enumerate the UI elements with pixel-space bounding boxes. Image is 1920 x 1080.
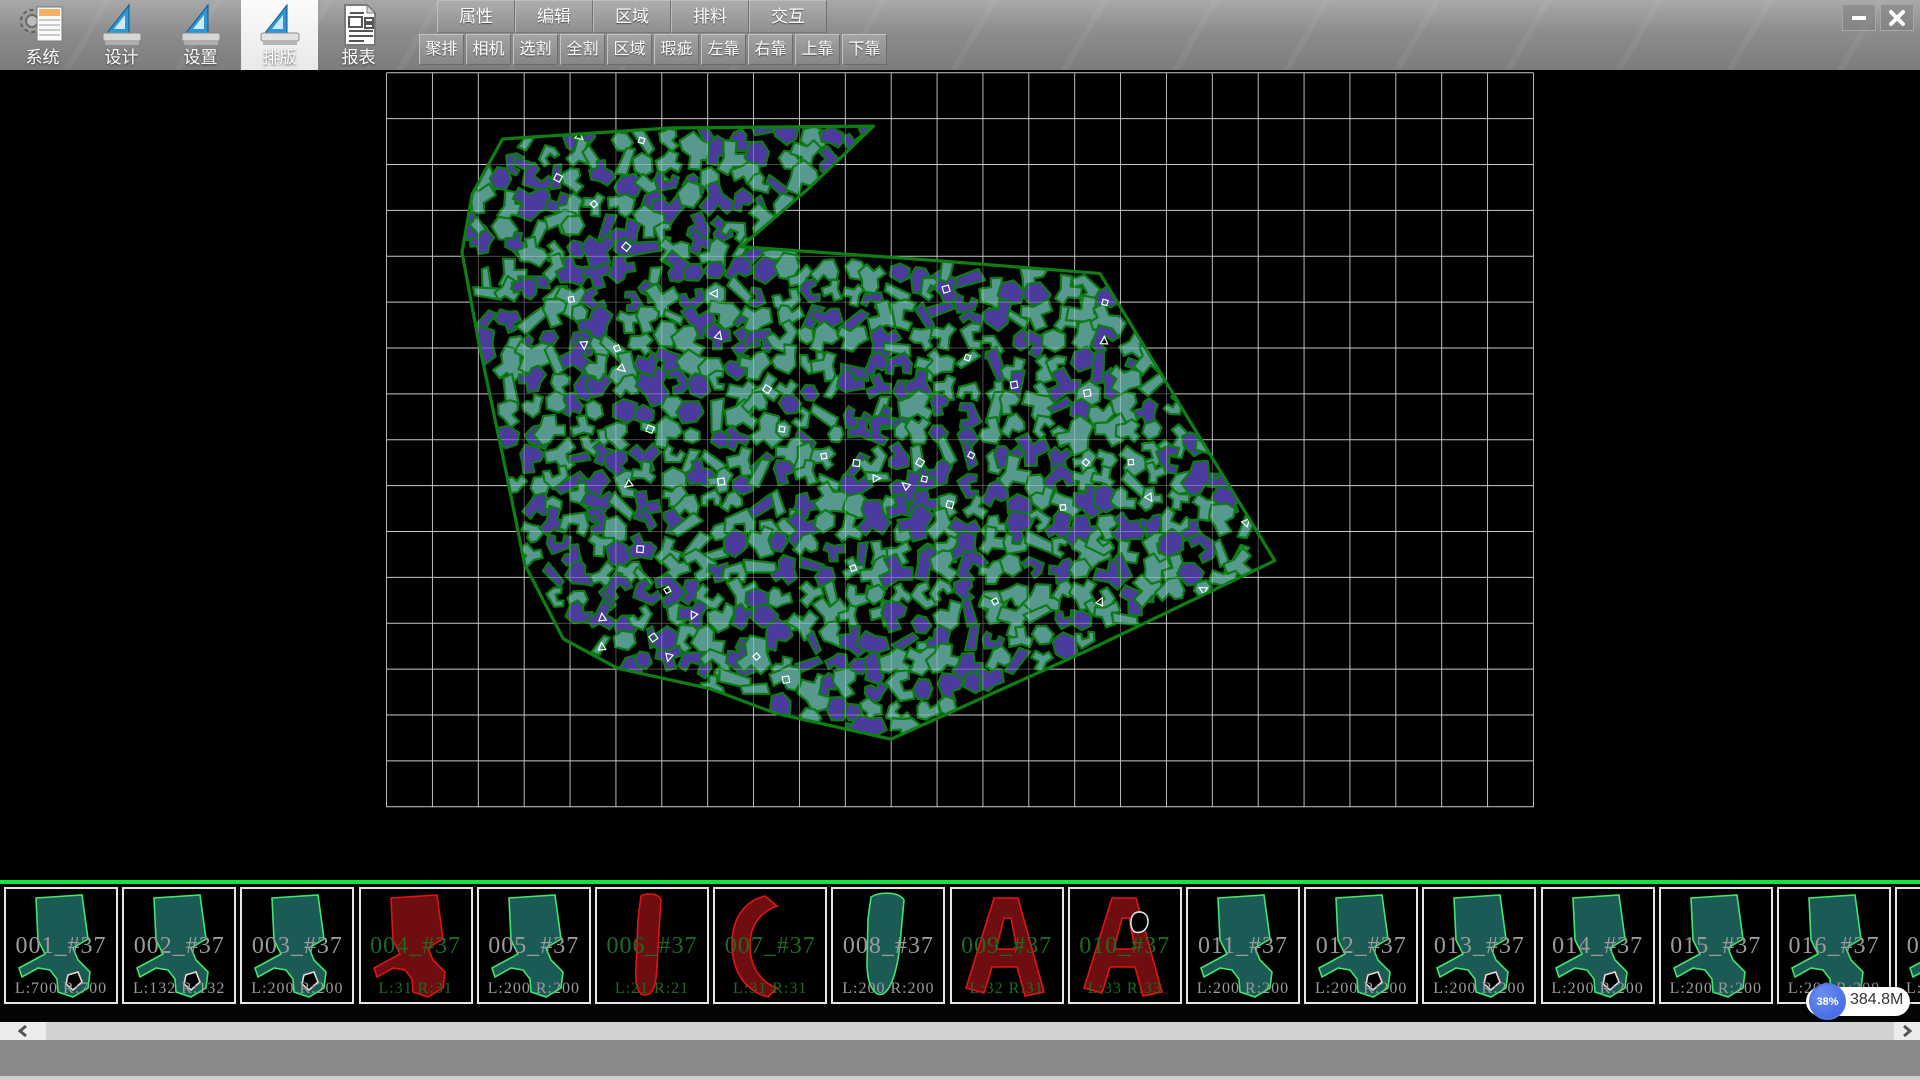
piece-thumbnail-11[interactable]: 011_#37 L:200 R:200 <box>1186 887 1300 1004</box>
thumbnail-id: 004_#37 <box>361 933 471 960</box>
close-button[interactable] <box>1880 4 1914 31</box>
report-icon <box>337 3 381 48</box>
usage-percent-circle: 38% <box>1809 983 1846 1020</box>
bottom-edge-line <box>0 1076 1920 1080</box>
system-icon <box>19 3 67 48</box>
tool-button-6[interactable]: 瑕疵 <box>654 34 699 65</box>
nav-button-5[interactable]: 报表 <box>320 0 397 70</box>
menu-tab-5[interactable]: 交互 <box>749 0 827 33</box>
thumbnail-lr-count: L:700 R:700 <box>6 980 116 998</box>
thumbnail-lr-count: L:200 R:200 <box>479 980 589 998</box>
thumbnail-id: 014_#37 <box>1543 933 1653 960</box>
nav-button-1[interactable]: 系统 <box>4 0 81 70</box>
thumbnail-id: 015_#37 <box>1661 933 1771 960</box>
thumbnail-lr-count: L:200 R:200 <box>1543 980 1653 998</box>
piece-thumbnail-10[interactable]: 010_#37 L:33 R:33 <box>1068 887 1182 1004</box>
piece-thumbnail-7[interactable]: 007_#37 L:31 R:31 <box>713 887 827 1004</box>
thumbnail-lr-count: L:200 R:200 <box>833 980 943 998</box>
thumbnail-id: 013_#37 <box>1424 933 1534 960</box>
piece-thumbnail-4[interactable]: 004_#37 L:31 R:31 <box>359 887 473 1004</box>
thumbnail-id: 012_#37 <box>1306 933 1416 960</box>
thumbnail-id: 006_#37 <box>597 933 707 960</box>
menu-tab-3[interactable]: 区域 <box>593 0 671 33</box>
nav-label: 排版 <box>263 48 297 68</box>
thumbnail-id: 010_#37 <box>1070 933 1180 960</box>
thumbnail-lr-count: L:32 R:31 <box>952 980 1062 998</box>
thumbnail-lr-count: L:200 R:200 <box>1424 980 1534 998</box>
thumbnail-id: 002_#37 <box>124 933 234 960</box>
thumbnail-lr-count: L:31 R:31 <box>361 980 471 998</box>
thumbnail-lr-count: L:31 R:31 <box>715 980 825 998</box>
tool-button-8[interactable]: 右靠 <box>748 34 793 65</box>
nav-button-3[interactable]: 设置 <box>162 0 239 70</box>
minimize-button[interactable] <box>1842 4 1876 31</box>
piece-thumbnail-3[interactable]: 003_#37 L:200 R:200 <box>240 887 354 1004</box>
canvas-svg <box>0 70 1920 880</box>
thumbnail-id: 009_#37 <box>952 933 1062 960</box>
menu-tab-2[interactable]: 编辑 <box>515 0 593 33</box>
thumbnail-id: 003_#37 <box>242 933 352 960</box>
thumbnail-id: 005_#37 <box>479 933 589 960</box>
bottom-status-bar <box>0 1040 1920 1080</box>
piece-thumbnail-2[interactable]: 002_#37 L:132 R:132 <box>122 887 236 1004</box>
tool-button-9[interactable]: 上靠 <box>795 34 840 65</box>
thumbnail-id: 016_#37 <box>1779 933 1889 960</box>
thumbnail-id: 007_#37 <box>715 933 825 960</box>
nav-label: 报表 <box>342 48 376 68</box>
tool-button-4[interactable]: 全割 <box>560 34 605 65</box>
design-icon <box>99 3 145 48</box>
thumbnail-lr-count: L:200 R:200 <box>1661 980 1771 998</box>
piece-thumbnail-14[interactable]: 014_#37 L:200 R:200 <box>1541 887 1655 1004</box>
thumbnail-lr-count: L:200 R:200 <box>1188 980 1298 998</box>
piece-thumbnail-15[interactable]: 015_#37 L:200 R:200 <box>1659 887 1773 1004</box>
nesting-canvas[interactable] <box>0 70 1920 880</box>
menu-tab-1[interactable]: 属性 <box>437 0 515 33</box>
application-window: 系统 设计 设置 排版 报表 属性编辑区域排料交互 聚排相机选割全割区域瑕疵左靠右靠上靠… <box>0 0 1920 1080</box>
menu-tab-4[interactable]: 排料 <box>671 0 749 33</box>
tool-button-row: 聚排相机选割全割区域瑕疵左靠右靠上靠下靠 <box>419 34 889 66</box>
chevron-right-icon <box>1902 1025 1912 1037</box>
tool-button-3[interactable]: 选割 <box>513 34 558 65</box>
piece-thumbnail-1[interactable]: 001_#37 L:700 R:700 <box>4 887 118 1004</box>
toolbar: 系统 设计 设置 排版 报表 属性编辑区域排料交互 聚排相机选割全割区域瑕疵左靠右靠上靠… <box>0 0 1920 70</box>
piece-thumbnail-13[interactable]: 013_#37 L:200 R:200 <box>1422 887 1536 1004</box>
thumbnail-id: 008_#37 <box>833 933 943 960</box>
close-icon <box>1888 9 1906 27</box>
memory-value: 384.8M <box>1850 991 1903 1009</box>
thumbnail-id: 011_#37 <box>1188 933 1298 960</box>
settings-icon <box>178 3 224 48</box>
horizontal-scrollbar[interactable] <box>0 1022 1920 1040</box>
menu-tab-bar: 属性编辑区域排料交互 <box>437 0 827 33</box>
chevron-left-icon <box>18 1025 28 1037</box>
piece-thumbnail-12[interactable]: 012_#37 L:200 R:200 <box>1304 887 1418 1004</box>
layout-icon <box>257 3 303 48</box>
piece-thumbnail-5[interactable]: 005_#37 L:200 R:200 <box>477 887 591 1004</box>
scroll-left-arrow[interactable] <box>0 1022 46 1040</box>
nav-button-2[interactable]: 设计 <box>83 0 160 70</box>
usage-percent: 38% <box>1816 996 1838 1008</box>
thumbnail-lr-count: L:200 R:200 <box>242 980 352 998</box>
nav-button-4[interactable]: 排版 <box>241 0 318 70</box>
piece-thumbnail-strip: 001_#37 L:700 R:700 002_#37 L:132 R:132 003_… <box>0 884 1920 1022</box>
nav-label: 设计 <box>105 48 139 68</box>
tool-button-7[interactable]: 左靠 <box>701 34 746 65</box>
piece-thumbnail-8[interactable]: 008_#37 L:200 R:200 <box>831 887 945 1004</box>
tool-button-2[interactable]: 相机 <box>466 34 511 65</box>
nav-label: 设置 <box>184 48 218 68</box>
piece-thumbnail-9[interactable]: 009_#37 L:32 R:31 <box>950 887 1064 1004</box>
thumbnail-id: 001_#37 <box>6 933 116 960</box>
piece-thumbnail-6[interactable]: 006_#37 L:21 R:21 <box>595 887 709 1004</box>
tool-button-1[interactable]: 聚排 <box>419 34 464 65</box>
minimize-icon <box>1851 10 1867 26</box>
thumbnail-lr-count: L:33 R:33 <box>1070 980 1180 998</box>
tool-button-10[interactable]: 下靠 <box>842 34 887 65</box>
thumbnail-lr-count: L:200 R:200 <box>1306 980 1416 998</box>
tool-button-5[interactable]: 区域 <box>607 34 652 65</box>
nav-label: 系统 <box>26 48 60 68</box>
scroll-right-arrow[interactable] <box>1894 1022 1920 1040</box>
thumbnail-id: 017_#37 <box>1897 933 1920 960</box>
thumbnail-lr-count: L:21 R:21 <box>597 980 707 998</box>
thumbnail-lr-count: L:132 R:132 <box>124 980 234 998</box>
